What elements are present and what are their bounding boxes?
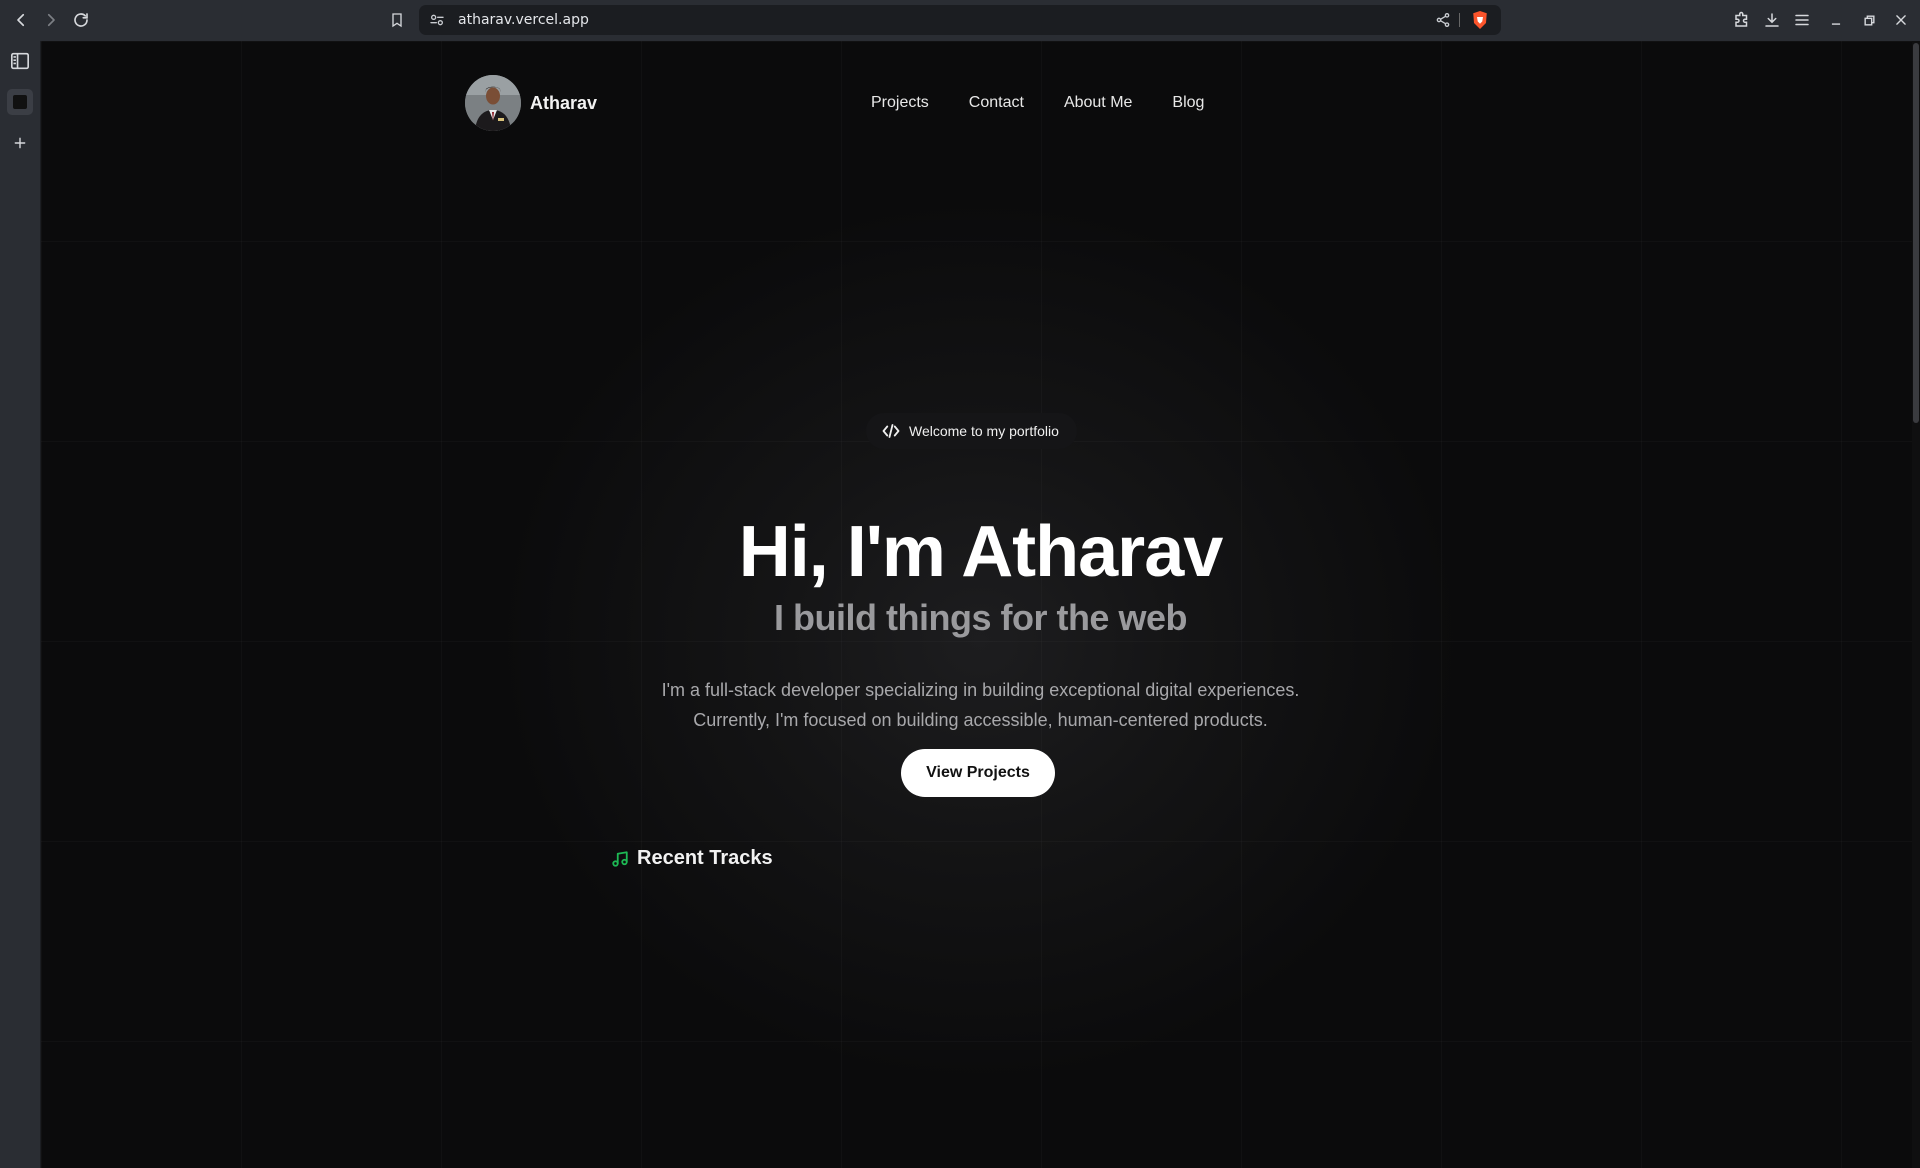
minimize-icon <box>1831 23 1841 25</box>
tab-favicon-button[interactable] <box>7 89 33 115</box>
nav-about-me[interactable]: About Me <box>1064 94 1132 112</box>
url-text[interactable]: atharav.vercel.app <box>458 12 589 28</box>
share-icon[interactable] <box>1435 12 1451 28</box>
badge-label: Welcome to my portfolio <box>909 423 1059 439</box>
page-viewport: Atharav Projects Contact About Me Blog W… <box>41 41 1920 1168</box>
menu-button[interactable] <box>1790 8 1814 32</box>
recent-tracks-title: Recent Tracks <box>637 847 773 869</box>
brand-name[interactable]: Atharav <box>530 93 597 114</box>
bookmark-button[interactable] <box>385 8 409 32</box>
forward-button[interactable] <box>39 8 63 32</box>
music-note-icon <box>612 850 628 867</box>
site-header: Atharav Projects Contact About Me Blog <box>465 75 1265 135</box>
profile-photo <box>465 75 521 131</box>
back-icon <box>17 13 25 27</box>
address-bar[interactable]: atharav.vercel.app <box>419 5 1501 35</box>
view-projects-button[interactable]: View Projects <box>901 749 1055 797</box>
back-button[interactable] <box>9 8 33 32</box>
puzzle-icon <box>1735 11 1748 27</box>
brave-shields-icon[interactable] <box>1471 10 1489 30</box>
bookmark-icon <box>392 13 402 28</box>
download-icon <box>1765 13 1779 27</box>
hamburger-icon <box>1795 14 1809 26</box>
reload-button[interactable] <box>69 8 93 32</box>
hero-title: Hi, I'm Atharav <box>738 512 1224 592</box>
description-line: Currently, I'm focused on building acces… <box>693 710 1268 730</box>
avatar[interactable] <box>465 75 521 131</box>
reload-icon <box>74 13 88 27</box>
recent-tracks-header: Recent Tracks <box>611 847 773 870</box>
forward-icon <box>47 13 55 27</box>
description-line: I'm a full-stack developer specializing … <box>661 680 1300 700</box>
nav-projects[interactable]: Projects <box>871 94 929 112</box>
extensions-button[interactable] <box>1730 8 1754 32</box>
scrollbar-thumb[interactable] <box>1913 43 1919 423</box>
welcome-badge: Welcome to my portfolio <box>866 413 1077 449</box>
divider <box>1459 13 1460 27</box>
hero-subtitle: I build things for the web <box>774 597 1187 638</box>
minimize-button[interactable] <box>1824 8 1848 32</box>
site-settings-icon[interactable] <box>429 12 445 28</box>
new-tab-button[interactable] <box>8 131 32 155</box>
browser-sidebar <box>0 41 41 1168</box>
downloads-button[interactable] <box>1760 8 1784 32</box>
close-icon <box>1896 15 1906 25</box>
browser-toolbar: atharav.vercel.app <box>0 0 1920 41</box>
code-icon <box>882 424 900 438</box>
restore-button[interactable] <box>1857 8 1881 32</box>
plus-icon <box>14 137 26 149</box>
nav-blog[interactable]: Blog <box>1172 94 1204 112</box>
hero-description: I'm a full-stack developer specializing … <box>41 675 1920 735</box>
restore-icon <box>1863 14 1875 26</box>
sidebar-toggle-button[interactable] <box>8 49 32 73</box>
sidebar-panel-icon <box>11 52 29 70</box>
main-nav: Projects Contact About Me Blog <box>871 94 1204 112</box>
page-scrollbar[interactable] <box>1912 41 1920 1168</box>
site-favicon-icon <box>13 95 27 109</box>
close-button[interactable] <box>1889 8 1913 32</box>
nav-contact[interactable]: Contact <box>969 94 1024 112</box>
